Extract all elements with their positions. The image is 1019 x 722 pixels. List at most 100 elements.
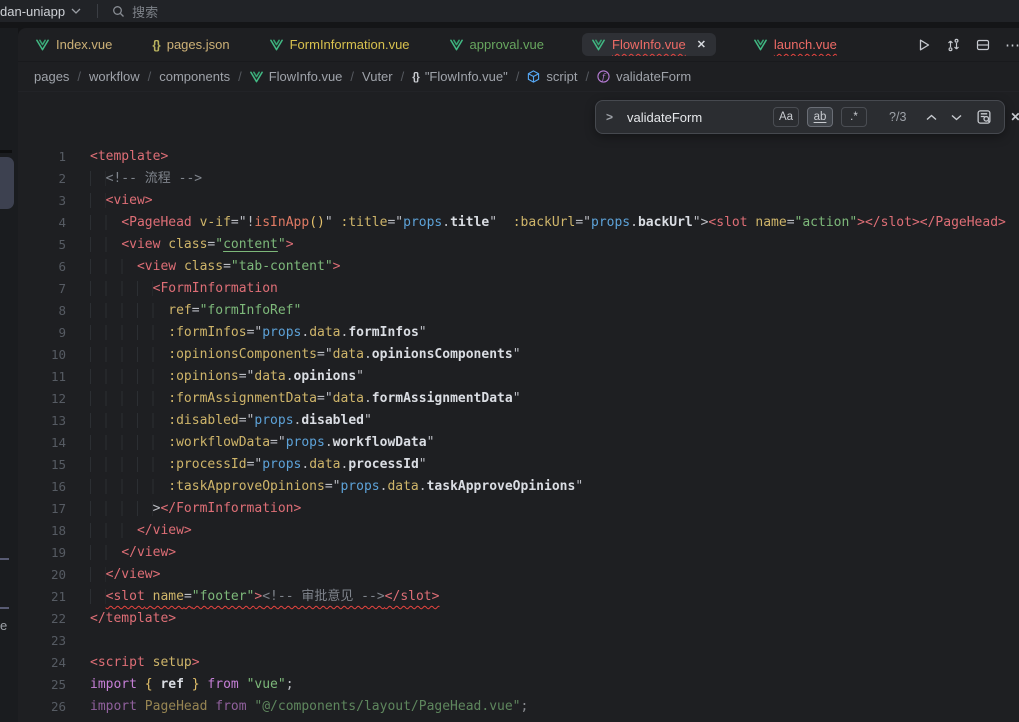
code-line[interactable]: 20 </view> <box>18 564 1019 586</box>
next-match-icon[interactable] <box>951 114 962 121</box>
code-line[interactable]: 6 <view class="tab-content"> <box>18 256 1019 278</box>
line-number[interactable]: 21 <box>18 586 66 608</box>
tab-flowinfo-vue[interactable]: FlowInfo.vue✕ <box>582 33 716 56</box>
breadcrumb-label: workflow <box>89 69 140 84</box>
line-number[interactable]: 18 <box>18 520 66 542</box>
expand-replace-icon[interactable]: > <box>606 110 613 124</box>
code-line[interactable]: 12 :formAssignmentData="data.formAssignm… <box>18 388 1019 410</box>
whole-words-button[interactable]: ab <box>807 107 833 127</box>
breadcrumb-item-vuter[interactable]: Vuter <box>362 69 393 84</box>
code-line[interactable]: 5 <view class="content"> <box>18 234 1019 256</box>
previous-match-icon[interactable] <box>926 114 937 121</box>
global-search-label: 搜索 <box>132 2 158 21</box>
code-text: <view class="content"> <box>90 234 294 256</box>
code-line[interactable]: 7 <FormInformation <box>18 278 1019 300</box>
code-line[interactable]: 18 </view> <box>18 520 1019 542</box>
global-search[interactable]: 搜索 <box>112 2 158 21</box>
line-number[interactable]: 5 <box>18 234 66 256</box>
line-number[interactable]: 14 <box>18 432 66 454</box>
tab-launch-vue[interactable]: launch.vue <box>752 33 839 56</box>
code-line[interactable]: 25import { ref } from "vue"; <box>18 674 1019 696</box>
tab-index-vue[interactable]: Index.vue <box>34 33 114 56</box>
indent-guides <box>90 303 168 318</box>
line-number[interactable]: 7 <box>18 278 66 300</box>
left-toolwindow-stripe[interactable]: e <box>0 28 18 722</box>
code-line[interactable]: 17 ></FormInformation> <box>18 498 1019 520</box>
tab-forminformation-vue[interactable]: FormInformation.vue <box>268 33 412 56</box>
run-button[interactable] <box>917 38 931 52</box>
line-number[interactable]: 15 <box>18 454 66 476</box>
braces-icon: {} <box>412 71 419 83</box>
line-number[interactable]: 22 <box>18 608 66 630</box>
indent-guides <box>90 237 121 252</box>
vue-icon <box>450 39 463 51</box>
line-number[interactable]: 26 <box>18 696 66 718</box>
breadcrumb-item-workflow[interactable]: workflow <box>89 69 140 84</box>
line-number[interactable]: 2 <box>18 168 66 190</box>
code-line[interactable]: 3 <view> <box>18 190 1019 212</box>
code-token: = <box>223 259 231 274</box>
code-line[interactable]: 16 :taskApproveOpinions="props.data.task… <box>18 476 1019 498</box>
more-options-icon[interactable]: ⋯ <box>1005 36 1019 54</box>
line-number[interactable]: 24 <box>18 652 66 674</box>
breadcrumb-item-components[interactable]: components <box>159 69 230 84</box>
code-line[interactable]: 11 :opinions="data.opinions" <box>18 366 1019 388</box>
code-line[interactable]: 10 :opinionsComponents="data.opinionsCom… <box>18 344 1019 366</box>
code-line[interactable]: 26import PageHead from "@/components/lay… <box>18 696 1019 718</box>
line-number[interactable]: 19 <box>18 542 66 564</box>
code-line[interactable]: 24<script setup> <box>18 652 1019 674</box>
close-find-icon[interactable]: ✕ <box>1010 110 1019 124</box>
code-token: workflowData <box>333 435 427 450</box>
match-case-button[interactable]: Aa <box>773 107 799 127</box>
code-line[interactable]: 21 <slot name="footer"><!-- 审批意见 --></sl… <box>18 586 1019 608</box>
breadcrumb-item-validateform[interactable]: fvalidateForm <box>597 69 691 84</box>
line-number[interactable]: 13 <box>18 410 66 432</box>
breadcrumb-item--flowinfo-vue-[interactable]: {}"FlowInfo.vue" <box>412 69 508 84</box>
code-line[interactable]: 14 :workflowData="props.workflowData" <box>18 432 1019 454</box>
search-icon <box>112 5 125 18</box>
code-token: </FormInformation> <box>160 501 301 516</box>
line-number[interactable]: 12 <box>18 388 66 410</box>
tab-approval-vue[interactable]: approval.vue <box>448 33 546 56</box>
line-number[interactable]: 1 <box>18 146 66 168</box>
breadcrumb-item-flowinfo-vue[interactable]: FlowInfo.vue <box>250 69 343 84</box>
split-editor-button[interactable] <box>976 38 990 52</box>
code-line[interactable]: 19 </view> <box>18 542 1019 564</box>
line-number[interactable]: 3 <box>18 190 66 212</box>
line-number[interactable]: 8 <box>18 300 66 322</box>
line-number[interactable]: 11 <box>18 366 66 388</box>
regex-button[interactable]: .* <box>841 107 867 127</box>
breadcrumb-item-pages[interactable]: pages <box>34 69 69 84</box>
code-line[interactable]: 15 :processId="props.data.processId" <box>18 454 1019 476</box>
line-number[interactable]: 20 <box>18 564 66 586</box>
line-number[interactable]: 6 <box>18 256 66 278</box>
close-tab-icon[interactable]: ✕ <box>697 38 706 51</box>
find-input[interactable]: validateForm <box>627 110 765 125</box>
code-line[interactable]: 8 ref="formInfoRef" <box>18 300 1019 322</box>
breadcrumb-item-script[interactable]: script <box>527 69 577 84</box>
line-number[interactable]: 25 <box>18 674 66 696</box>
code-token: data <box>387 479 418 494</box>
line-number[interactable]: 23 <box>18 630 66 652</box>
line-number[interactable]: 10 <box>18 344 66 366</box>
line-number[interactable]: 4 <box>18 212 66 234</box>
editor-pane[interactable]: 1<template>2 <!-- 流程 -->3 <view>4 <PageH… <box>18 92 1019 722</box>
code-token: " <box>489 215 512 230</box>
code-line[interactable]: 4 <PageHead v-if="!isInApp()" :title="pr… <box>18 212 1019 234</box>
line-number[interactable]: 9 <box>18 322 66 344</box>
code-line[interactable]: 22</template> <box>18 608 1019 630</box>
filter-search-icon[interactable] <box>976 109 992 125</box>
code-line[interactable]: 9 :formInfos="props.data.formInfos" <box>18 322 1019 344</box>
line-number[interactable]: 16 <box>18 476 66 498</box>
editor-island: Index.vue {}pages.json FormInformation.vue… <box>18 28 1019 722</box>
code-line[interactable]: 13 :disabled="props.disabled" <box>18 410 1019 432</box>
code-line[interactable]: 2 <!-- 流程 --> <box>18 168 1019 190</box>
update-project-button[interactable] <box>946 38 961 52</box>
line-number[interactable]: 17 <box>18 498 66 520</box>
project-selector[interactable]: dan-uniapp <box>0 4 81 19</box>
tab-pages-json[interactable]: {}pages.json <box>150 33 231 56</box>
svg-text:f: f <box>601 71 607 81</box>
code-line[interactable]: 23 <box>18 630 1019 652</box>
code-line[interactable]: 1<template> <box>18 146 1019 168</box>
code-text: <FormInformation <box>90 278 278 300</box>
